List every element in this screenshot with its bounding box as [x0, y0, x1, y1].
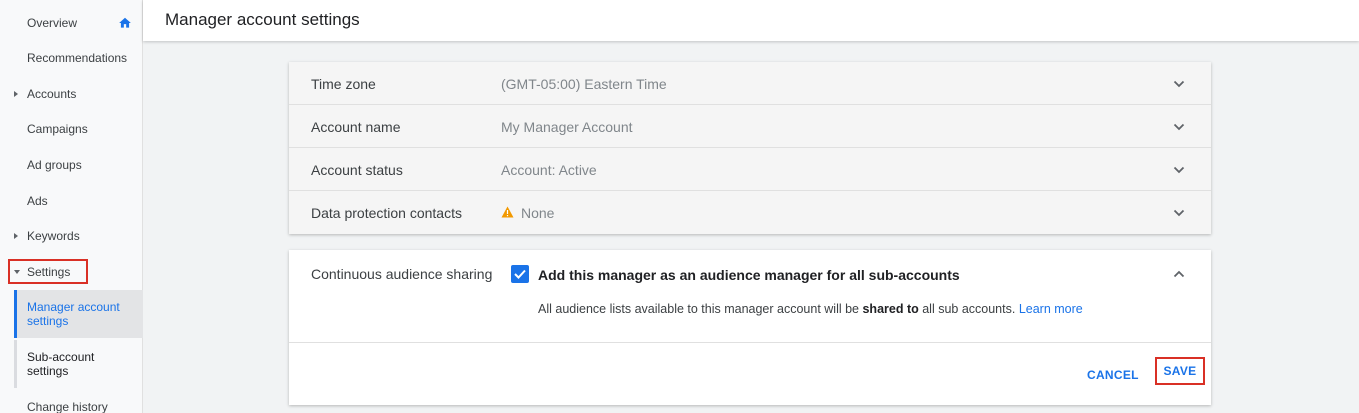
- audience-sharing-description: All audience lists available to this man…: [538, 302, 1083, 316]
- setting-value: Account: Active: [501, 162, 597, 178]
- audience-manager-checkbox-label: Add this manager as an audience manager …: [538, 267, 960, 283]
- description-bold-text: shared to: [862, 302, 919, 316]
- settings-highlight-box: [8, 259, 88, 284]
- sidebar: Overview Recommendations Accounts Campai…: [0, 0, 143, 413]
- sidebar-item-campaigns[interactable]: Campaigns: [0, 111, 143, 147]
- audience-sharing-label: Continuous audience sharing: [311, 266, 493, 282]
- setting-value: None: [521, 205, 555, 221]
- divider: [289, 342, 1211, 343]
- learn-more-link[interactable]: Learn more: [1019, 302, 1083, 316]
- sidebar-item-label: Accounts: [27, 87, 77, 101]
- sidebar-subitem-label-line1: Sub-account: [27, 350, 95, 364]
- sidebar-subitem-label-line1: Manager account: [27, 300, 120, 314]
- setting-row-account-status[interactable]: Account status Account: Active: [289, 148, 1211, 191]
- setting-label: Time zone: [311, 76, 376, 92]
- warning-icon: [501, 206, 514, 218]
- chevron-down-icon: [1173, 166, 1185, 174]
- sidebar-item-change-history[interactable]: Change history: [0, 389, 143, 413]
- setting-row-account-name[interactable]: Account name My Manager Account: [289, 105, 1211, 148]
- caret-right-icon: [14, 233, 18, 239]
- sidebar-subitem-sub-account-settings[interactable]: Sub-account settings: [14, 340, 143, 388]
- chevron-down-icon: [1173, 80, 1185, 88]
- chevron-down-icon: [1173, 209, 1185, 217]
- page-header: Manager account settings: [143, 0, 1359, 41]
- setting-value: (GMT-05:00) Eastern Time: [501, 76, 667, 92]
- home-icon: [119, 17, 131, 28]
- sidebar-item-label: Change history: [27, 400, 108, 413]
- cancel-button[interactable]: CANCEL: [1087, 368, 1139, 382]
- sidebar-item-overview[interactable]: Overview: [0, 5, 143, 41]
- sidebar-item-label: Overview: [27, 16, 78, 30]
- checkmark-icon: [514, 269, 526, 279]
- description-text: all sub accounts.: [918, 302, 1019, 316]
- settings-panel: Time zone (GMT-05:00) Eastern Time Accou…: [289, 62, 1211, 234]
- sidebar-subitem-manager-account-settings[interactable]: Manager account settings: [14, 290, 143, 338]
- sidebar-item-ads[interactable]: Ads: [0, 183, 143, 219]
- sidebar-item-keywords[interactable]: Keywords: [0, 218, 143, 254]
- setting-label: Data protection contacts: [311, 205, 462, 221]
- save-button[interactable]: SAVE: [1155, 357, 1205, 385]
- setting-label: Account name: [311, 119, 401, 135]
- setting-label: Account status: [311, 162, 403, 178]
- sidebar-item-ad-groups[interactable]: Ad groups: [0, 147, 143, 183]
- sidebar-item-recommendations[interactable]: Recommendations: [0, 40, 143, 76]
- audience-sharing-panel: Continuous audience sharing Add this man…: [289, 250, 1211, 405]
- sidebar-subitem-label-line2: settings: [27, 364, 69, 378]
- audience-manager-checkbox[interactable]: [511, 265, 529, 283]
- sidebar-item-accounts[interactable]: Accounts: [0, 76, 143, 112]
- setting-row-data-protection-contacts[interactable]: Data protection contacts None: [289, 191, 1211, 234]
- sidebar-item-label: Keywords: [27, 229, 80, 243]
- caret-right-icon: [14, 91, 18, 97]
- chevron-down-icon: [1173, 123, 1185, 131]
- sidebar-item-label: Ad groups: [27, 158, 82, 172]
- chevron-up-icon[interactable]: [1173, 268, 1185, 280]
- sidebar-subitem-label-line2: settings: [27, 314, 69, 328]
- sidebar-item-label: Ads: [27, 194, 48, 208]
- sidebar-item-label: Recommendations: [27, 51, 128, 65]
- setting-row-time-zone[interactable]: Time zone (GMT-05:00) Eastern Time: [289, 62, 1211, 105]
- description-text: All audience lists available to this man…: [538, 302, 863, 316]
- sidebar-item-label: Campaigns: [27, 122, 88, 136]
- setting-value: My Manager Account: [501, 119, 633, 135]
- page-title: Manager account settings: [165, 10, 360, 29]
